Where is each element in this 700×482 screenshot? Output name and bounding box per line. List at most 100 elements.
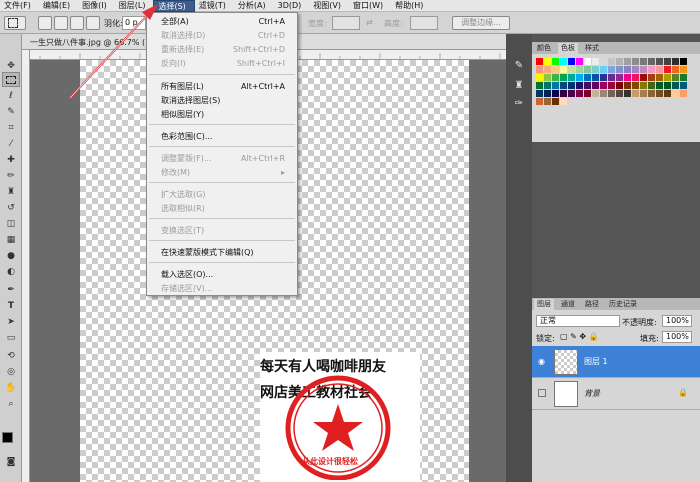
color-swatch[interactable] [640,82,647,89]
eraser-tool-icon[interactable]: ◫ [2,216,20,231]
gradient-tool-icon[interactable]: ▦ [2,232,20,247]
eyedropper-tool-icon[interactable]: ⁄ [2,136,20,151]
lock-icons[interactable]: ▢ ✎ ✥ 🔒 [560,332,599,341]
color-swatch[interactable] [608,90,615,97]
foreground-color-swatch[interactable] [2,432,13,443]
color-swatch[interactable] [600,82,607,89]
color-swatch[interactable] [600,90,607,97]
color-swatch[interactable] [640,90,647,97]
visibility-box[interactable] [538,389,546,397]
tool-preset-button[interactable] [4,16,26,30]
pen-tool-icon[interactable]: ✒ [2,282,20,297]
dodge-tool-icon[interactable]: ◐ [2,264,20,279]
tab-layers[interactable]: 图层 [534,299,554,310]
history-brush-icon[interactable]: ↺ [2,200,20,215]
color-swatch[interactable] [592,58,599,65]
color-swatch[interactable] [536,82,543,89]
fill-input[interactable]: 100% [662,331,692,343]
select-menu-item[interactable]: 调整蒙版(F)... Alt+Ctrl+R [147,152,297,166]
color-swatch[interactable] [664,90,671,97]
tab-color[interactable]: 颜色 [534,43,554,54]
color-swatch[interactable] [656,82,663,89]
color-swatch[interactable] [600,58,607,65]
tab-styles[interactable]: 样式 [582,43,602,54]
color-swatch[interactable] [664,66,671,73]
color-swatch[interactable] [624,58,631,65]
crop-tool-icon[interactable]: ⌗ [2,120,20,135]
tab-swatches[interactable]: 色板 [558,43,578,54]
blend-mode-select[interactable]: 正常 [536,315,620,327]
height-input[interactable] [410,16,438,30]
tab-channels[interactable]: 通道 [558,299,578,310]
menu-filter[interactable]: 滤镜(T) [195,0,234,12]
color-swatch[interactable] [648,74,655,81]
color-swatch[interactable] [536,58,543,65]
color-swatch[interactable] [544,58,551,65]
color-swatch[interactable] [608,66,615,73]
color-swatch[interactable] [544,74,551,81]
color-swatch[interactable] [560,58,567,65]
color-swatch[interactable] [616,66,623,73]
color-swatch[interactable] [552,58,559,65]
color-swatch[interactable] [656,58,663,65]
menu-3d[interactable]: 3D(D) [274,0,310,12]
color-swatch[interactable] [544,90,551,97]
tab-history[interactable]: 历史记录 [606,299,640,310]
select-menu-item[interactable]: 载入选区(O)... [147,268,297,282]
color-swatch[interactable] [640,58,647,65]
color-swatch[interactable] [616,58,623,65]
tab-paths[interactable]: 路径 [582,299,602,310]
color-swatch[interactable] [576,74,583,81]
color-swatch[interactable] [672,82,679,89]
color-swatch[interactable] [616,82,623,89]
select-menu-item[interactable]: 选取相似(R) [147,202,297,216]
stamp-tool-icon[interactable]: ♜ [2,184,20,199]
brush-tool-icon[interactable]: ✏ [2,168,20,183]
color-swatch[interactable] [536,98,543,105]
color-swatch[interactable] [560,82,567,89]
color-swatch[interactable] [672,66,679,73]
quick-select-tool-icon[interactable]: ✎ [2,104,20,119]
eye-icon[interactable]: ◉ [538,357,545,366]
blur-tool-icon[interactable]: ● [2,248,20,263]
color-swatch[interactable] [640,74,647,81]
color-swatch[interactable] [632,66,639,73]
color-swatch[interactable] [600,74,607,81]
color-swatch[interactable] [568,82,575,89]
lasso-tool-icon[interactable]: ℓ [2,88,20,103]
color-swatch[interactable] [672,90,679,97]
menu-window[interactable]: 窗口(W) [349,0,391,12]
tool-presets-icon[interactable]: ✑ [511,96,527,110]
move-tool-icon[interactable]: ✥ [2,58,20,73]
color-swatch[interactable] [664,58,671,65]
color-swatch[interactable] [624,74,631,81]
menu-help[interactable]: 帮助(H) [391,0,431,12]
color-swatch[interactable] [584,82,591,89]
color-swatch[interactable] [632,74,639,81]
select-menu-item[interactable]: 变换选区(T) [147,224,297,238]
color-swatch[interactable] [608,82,615,89]
color-swatch[interactable] [608,58,615,65]
shape-tool-icon[interactable]: ▭ [2,330,20,345]
path-select-icon[interactable]: ➤ [2,314,20,329]
color-swatch[interactable] [672,74,679,81]
color-swatch[interactable] [560,90,567,97]
color-swatch[interactable] [648,66,655,73]
color-swatch[interactable] [576,58,583,65]
color-swatch[interactable] [536,74,543,81]
color-swatch[interactable] [552,66,559,73]
3d-orbit-icon[interactable]: ◎ [2,364,20,379]
color-swatch[interactable] [584,58,591,65]
width-input[interactable] [332,16,360,30]
color-swatch[interactable] [584,66,591,73]
color-swatch[interactable] [536,66,543,73]
color-swatch[interactable] [608,74,615,81]
color-swatch[interactable] [632,58,639,65]
color-swatch[interactable] [616,90,623,97]
color-swatch[interactable] [648,90,655,97]
color-swatch[interactable] [632,90,639,97]
color-swatch[interactable] [656,66,663,73]
color-swatch[interactable] [680,82,687,89]
color-swatch[interactable] [560,98,567,105]
color-swatch[interactable] [656,90,663,97]
